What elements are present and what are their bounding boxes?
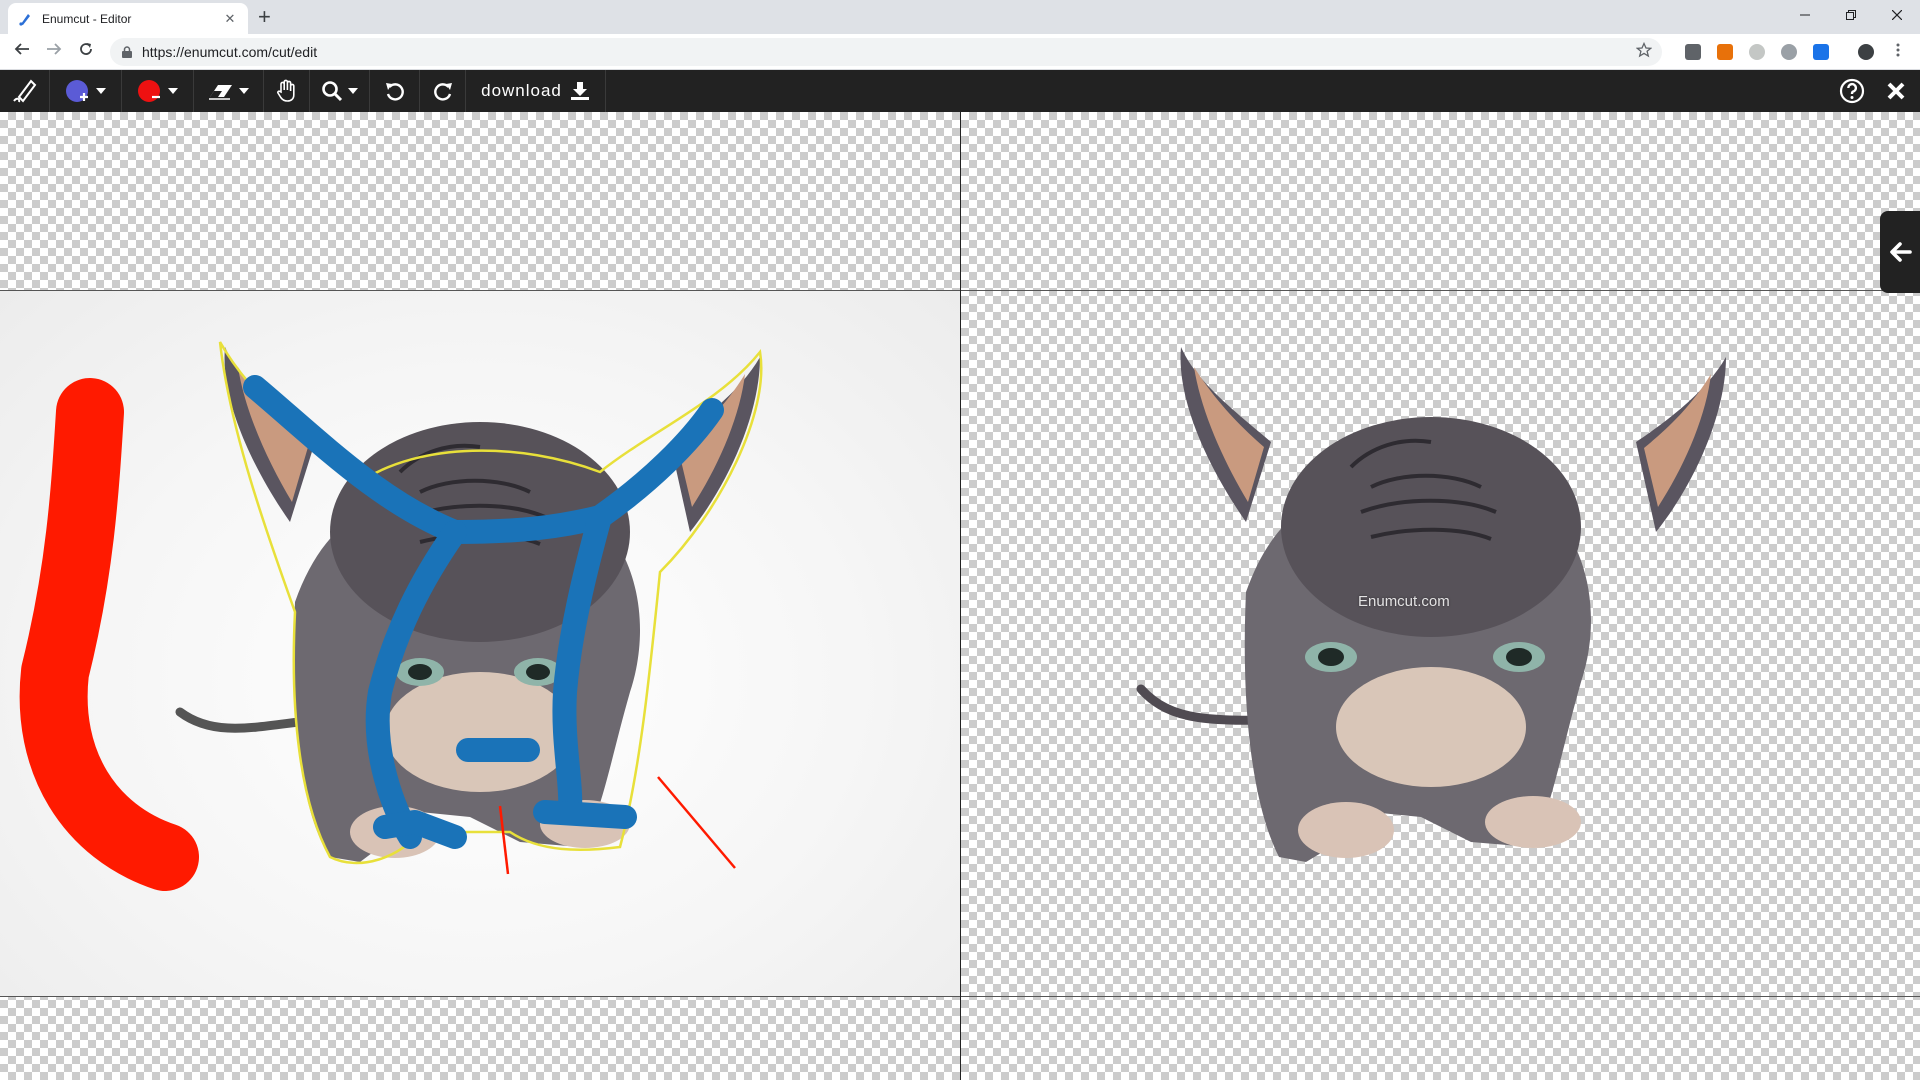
extension-reader-icon[interactable] [1685,44,1701,60]
browser-tab[interactable]: Enumcut - Editor ✕ [8,3,248,34]
marking-canvas[interactable] [0,112,960,1080]
bookmark-star-icon[interactable] [1636,42,1652,58]
arrow-forward-icon [47,43,62,55]
extension-grey-circle-icon[interactable] [1749,44,1765,60]
result-preview[interactable]: Enumcut.com [961,112,1920,1080]
kebab-menu-icon [1896,43,1900,57]
lock-icon [122,46,132,58]
download-label: download [481,81,562,100]
download-button[interactable]: download [466,70,606,112]
undo-icon [385,83,404,101]
enumcut-favicon-icon [19,13,30,26]
restore-window-button[interactable] [1828,0,1874,30]
arrow-back-icon [14,43,29,55]
hand-icon [276,79,295,102]
url-text: https://enumcut.com/cut/edit [142,44,318,60]
keep-brush-button[interactable] [50,70,122,112]
minimize-icon [1800,14,1810,16]
chevron-down-icon [96,88,106,94]
chevron-down-icon [239,88,249,94]
eraser-button[interactable] [194,70,264,112]
tab-close-icon[interactable]: ✕ [222,11,238,27]
redo-icon [433,83,452,101]
redo-button[interactable] [420,70,466,112]
magnifier-icon [322,81,343,102]
watermark: Enumcut.com [1358,593,1450,610]
close-icon [1887,82,1905,100]
extension-orange-icon[interactable] [1717,44,1733,60]
new-tab-button[interactable]: + [258,6,271,28]
editor-workspace: Enumcut.com [0,112,1920,1080]
help-icon [1839,78,1865,104]
chevron-down-icon [348,88,358,94]
remove-brush-button[interactable] [122,70,194,112]
profile-avatar[interactable] [1858,44,1874,60]
close-window-icon [1891,9,1903,21]
minimize-window-button[interactable] [1782,0,1828,30]
reload-button[interactable] [74,40,98,64]
help-button[interactable] [1831,70,1873,112]
tab-title: Enumcut - Editor [42,11,132,26]
cat-figure [175,341,763,865]
browser-menu-button[interactable] [1886,40,1910,64]
eraser-icon [209,85,232,100]
pan-hand-button[interactable] [264,70,310,112]
source-drawing [19,341,763,891]
editor-toolbar: download [0,70,1920,112]
forward-button[interactable] [42,40,66,64]
reload-icon [80,43,92,55]
extension-shield-icon[interactable] [1781,44,1797,60]
url-field[interactable]: https://enumcut.com/cut/edit [110,38,1662,66]
pen-logo-icon [12,79,36,103]
app-logo [0,70,50,112]
back-button[interactable] [10,40,34,64]
side-panel-toggle[interactable] [1880,211,1920,293]
chevron-down-icon [168,88,178,94]
remove-brush-swatch [138,80,160,102]
arrow-left-icon [1890,242,1912,262]
remove-brush-icon [138,80,160,102]
close-editor-button[interactable] [1875,70,1917,112]
restore-icon [1846,10,1856,20]
browser-address-bar: https://enumcut.com/cut/edit [0,34,1920,70]
zoom-button[interactable] [310,70,370,112]
undo-button[interactable] [370,70,420,112]
keep-brush-icon [66,80,88,102]
remove-stroke-thin [657,776,736,869]
close-window-button[interactable] [1874,0,1920,30]
remove-stroke [19,378,199,891]
download-icon [570,82,589,100]
browser-tab-strip: Enumcut - Editor ✕ + [0,0,1920,34]
extension-blue-icon[interactable] [1813,44,1829,60]
